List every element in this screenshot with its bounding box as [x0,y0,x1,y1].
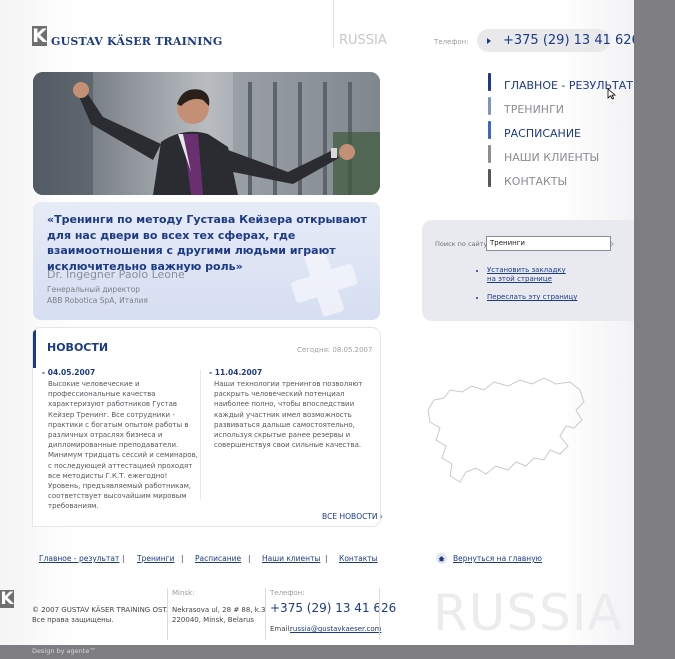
news-item-text: Наши технологии тренингов позволяют раск… [214,380,363,450]
footer-logo-mark: K [0,589,14,609]
search-label: Поиск по сайту: [435,240,490,248]
email-label: Email: [270,625,292,633]
copyright: © 2007 GUSTAV KÄSER TRAINING OST. [32,606,169,614]
bookmark-link[interactable]: Установить закладку [487,266,566,275]
address-line1: Nekrasova ul, 28 # 88, k.3 [172,606,266,614]
header-divider [333,0,334,48]
footer-link-trainings[interactable]: Тренинги [137,554,174,563]
news-accent-bar [33,330,36,368]
footer-phone-label: Телефон: [270,589,305,597]
footer-separator: | [325,554,328,563]
email-link[interactable]: russia@gustavkaeser.com [290,625,381,635]
all-news-link[interactable]: ВСЕ НОВОСТИ › [312,507,383,526]
logo-text[interactable]: GUSTAV KÄSER TRAINING [51,35,222,48]
news-title: НОВОСТИ [47,341,109,354]
nav-marker [488,121,491,139]
phone-label: Телефон: [434,38,469,46]
home-icon[interactable] [436,553,447,564]
footer-phone: +375 (29) 13 41 626 [270,601,397,615]
testimonial-quote: «Тренинги по методу Густава Кейзера откр… [47,213,367,273]
news-item-date: - 11.04.2007 [209,368,263,377]
search-input[interactable]: Тренинги [486,236,611,251]
russia-map-icon [427,377,585,483]
footer-link-clients[interactable]: Наши клиенты [262,554,320,563]
hero-photo [33,72,380,195]
testimonial-author: Dr. Ingegner Paolo Leone [47,268,185,281]
footer-country-watermark: RUSSIA [433,584,623,642]
testimonial-author-company: ABB Robotica SpA, Италия [47,296,148,305]
hero-image [33,72,380,195]
footer-link-contacts[interactable]: Контакты [339,554,378,563]
footer-separator: | [181,554,184,563]
footer-link-schedule[interactable]: Расписание [195,554,241,563]
news-column-divider [200,370,201,500]
news-today-date: Сегодня: 08.05.2007 [297,346,373,354]
bookmark-link-line2[interactable]: на этой странице [487,275,552,284]
bullet-icon [476,297,478,299]
search-go-button[interactable]: › [610,238,614,250]
nav-item-trainings[interactable]: ТРЕНИНГИ [504,103,564,116]
bullet-icon [476,270,478,272]
nav-marker [488,145,491,163]
footer-link-main[interactable]: Главное - результат [39,554,119,563]
logo-mark[interactable]: K [32,26,47,46]
nav-item-clients[interactable]: НАШИ КЛИЕНТЫ [504,151,599,164]
page: K GUSTAV KÄSER TRAINING RUSSIA Телефон: … [0,0,634,645]
news-item-date: - 04.05.2007 [42,368,96,377]
news-item-text: Высокие человеческие и профессиональные … [48,380,198,511]
mouse-cursor-icon [607,88,616,100]
designed-by[interactable]: Design by agente™ [32,647,96,655]
arrow-right-icon [487,38,491,44]
footer-separator: | [122,554,125,563]
nav-marker [488,97,491,115]
home-link[interactable]: Вернуться на главную [453,554,542,563]
footer-divider [379,588,380,640]
nav-marker [488,73,491,91]
nav-marker [488,169,491,187]
footer-separator: | [248,554,251,563]
send-page-link[interactable]: Переслать эту страницу [487,293,577,302]
country-label: RUSSIA [339,33,387,48]
footer-divider [265,588,266,640]
nav-item-schedule[interactable]: РАСПИСАНИЕ [504,127,581,140]
footer-divider [167,588,168,640]
testimonial-author-title: Генеральный директор [47,285,141,294]
phone-number: +375 (29) 13 41 626 [503,33,634,48]
address-line2: 220040, Minsk, Belarus [172,616,255,624]
copyright-rights: Все права защищены. [32,616,114,624]
city-label: Minsk: [172,589,195,597]
nav-item-contacts[interactable]: КОНТАКТЫ [504,175,567,188]
